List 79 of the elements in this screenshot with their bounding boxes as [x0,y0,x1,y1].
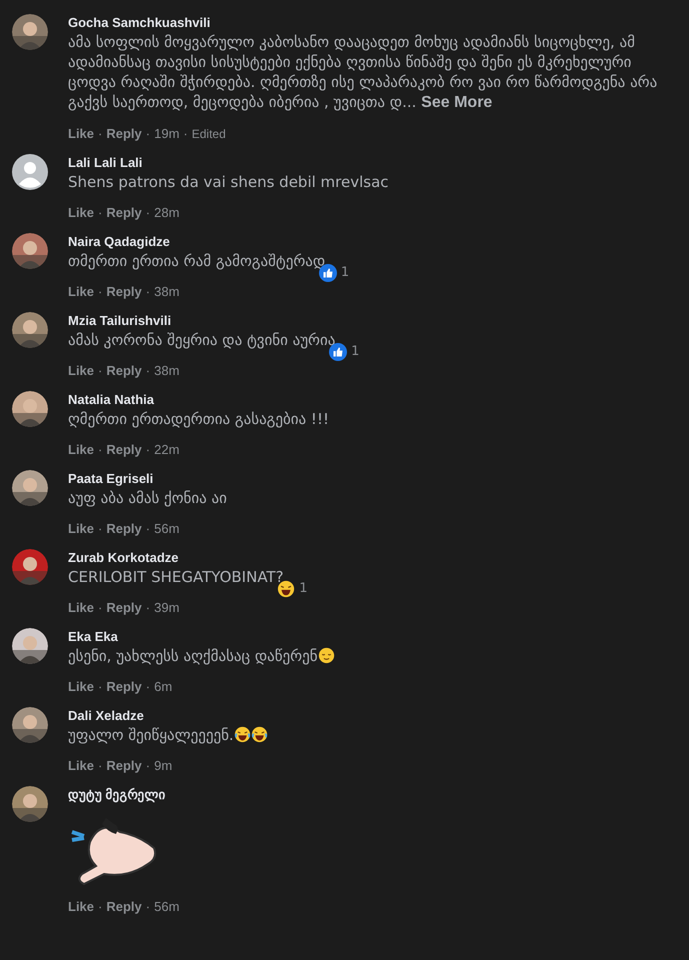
separator-dot: · [98,521,102,537]
time-ago[interactable]: 56m [154,899,180,915]
separator-dot: · [98,205,102,221]
separator-dot: · [98,126,102,142]
like-link[interactable]: Like [68,442,94,458]
comment-text: აუფ აბა ამას ქონია აი [68,488,227,508]
author-name[interactable]: Lali Lali Lali [68,154,389,172]
like-link[interactable]: Like [68,284,94,300]
separator-dot: · [146,126,150,142]
separator-dot: · [98,363,102,379]
separator-dot: · [146,600,150,616]
see-more-link[interactable]: See More [421,94,492,111]
like-link[interactable]: Like [68,126,94,142]
separator-dot: · [146,363,150,379]
reply-link[interactable]: Reply [106,205,142,221]
author-name[interactable]: Naira Qadagidze [68,233,326,251]
reaction-count: 1 [351,343,360,361]
comment-text: ამას კორონა შეყრია და ტვინი აურია [68,330,336,350]
laughing-emoji-icon [250,726,268,743]
reaction-count: 1 [340,264,350,282]
time-ago[interactable]: 56m [154,521,180,537]
reaction-count: 1 [299,580,308,598]
comment-text: უფალო შეიწყალეეეენ. [68,725,268,745]
time-ago[interactable]: 22m [154,442,180,458]
reply-link[interactable]: Reply [106,758,142,774]
separator-dot: · [98,442,102,458]
time-ago[interactable]: 38m [154,363,180,379]
author-name[interactable]: Mzia Tailurishvili [68,312,336,330]
separator-dot: · [98,758,102,774]
separator-dot: · [146,521,150,537]
author-name[interactable]: Dali Xeladze [68,707,268,725]
separator-dot: · [146,679,150,695]
comment-text: CERILOBIT SHEGATYOBINAT? [68,567,284,587]
comment-text: Shens patrons da vai shens debil mrevlsac [68,172,389,192]
separator-dot: · [146,205,150,221]
like-link[interactable]: Like [68,521,94,537]
comment-text: თმერთი ერთია რამ გამოგაშტერად [68,251,326,271]
reply-link[interactable]: Reply [106,442,142,458]
reply-link[interactable]: Reply [106,679,142,695]
time-ago[interactable]: 19m [154,126,180,142]
author-name[interactable]: Natalia Nathia [68,391,329,409]
like-link[interactable]: Like [68,600,94,616]
relieved-emoji-icon [318,647,335,664]
like-link[interactable]: Like [68,679,94,695]
like-link[interactable]: Like [68,363,94,379]
author-name[interactable]: დუტუ მეგრელი [68,786,180,804]
reply-link[interactable]: Reply [106,363,142,379]
comment-text: ღმერთი ერთადერთია გასაგებია !!! [68,409,329,429]
comment-text: ესენი, უახლესს აღქმასაც დაწერენ [68,646,335,666]
author-name[interactable]: Eka Eka [68,628,335,646]
separator-dot: · [98,600,102,616]
reply-link[interactable]: Reply [106,600,142,616]
separator-dot: · [146,442,150,458]
comment-text: ამა სოფლის მოყვარულო კაბოსანო დააცადეთ მოხუც ადამიანს სიცოცხლე, ამ ადამიანსაც თავისი სისუსტეები ექნება ღვთისა წინაშე და შენი ეს მკრეხელური ცოდვა რაღაში შჭირდება. ღმერთზე ისე ლაპარაკობ რო ვაი რო წარმოდგენა არა გაქვს საერთოდ, მეცოდება იბერია , უვიცთა დ... See More [68,32,658,113]
avatar-icon [12,154,48,190]
laughing-emoji-icon [234,726,251,743]
separator-dot: · [146,284,150,300]
author-name[interactable]: Zurab Korkotadze [68,549,284,567]
like-link[interactable]: Like [68,758,94,774]
time-ago[interactable]: 28m [154,205,180,221]
separator-dot: · [98,284,102,300]
like-link[interactable]: Like [68,899,94,915]
reply-link[interactable]: Reply [106,899,142,915]
separator-dot: · [98,679,102,695]
separator-dot: · [146,758,150,774]
separator-dot: · [183,126,188,142]
reply-link[interactable]: Reply [106,521,142,537]
author-name[interactable]: Paata Egriseli [68,470,227,488]
time-ago[interactable]: 6m [154,679,172,695]
edited-label: Edited [192,126,226,142]
reply-link[interactable]: Reply [106,126,142,142]
author-name[interactable]: Gocha Samchkuashvili [68,14,668,32]
time-ago[interactable]: 38m [154,284,180,300]
time-ago[interactable]: 39m [154,600,180,616]
separator-dot: · [146,899,150,915]
reply-link[interactable]: Reply [106,284,142,300]
separator-dot: · [98,899,102,915]
like-link[interactable]: Like [68,205,94,221]
time-ago[interactable]: 9m [154,758,172,774]
